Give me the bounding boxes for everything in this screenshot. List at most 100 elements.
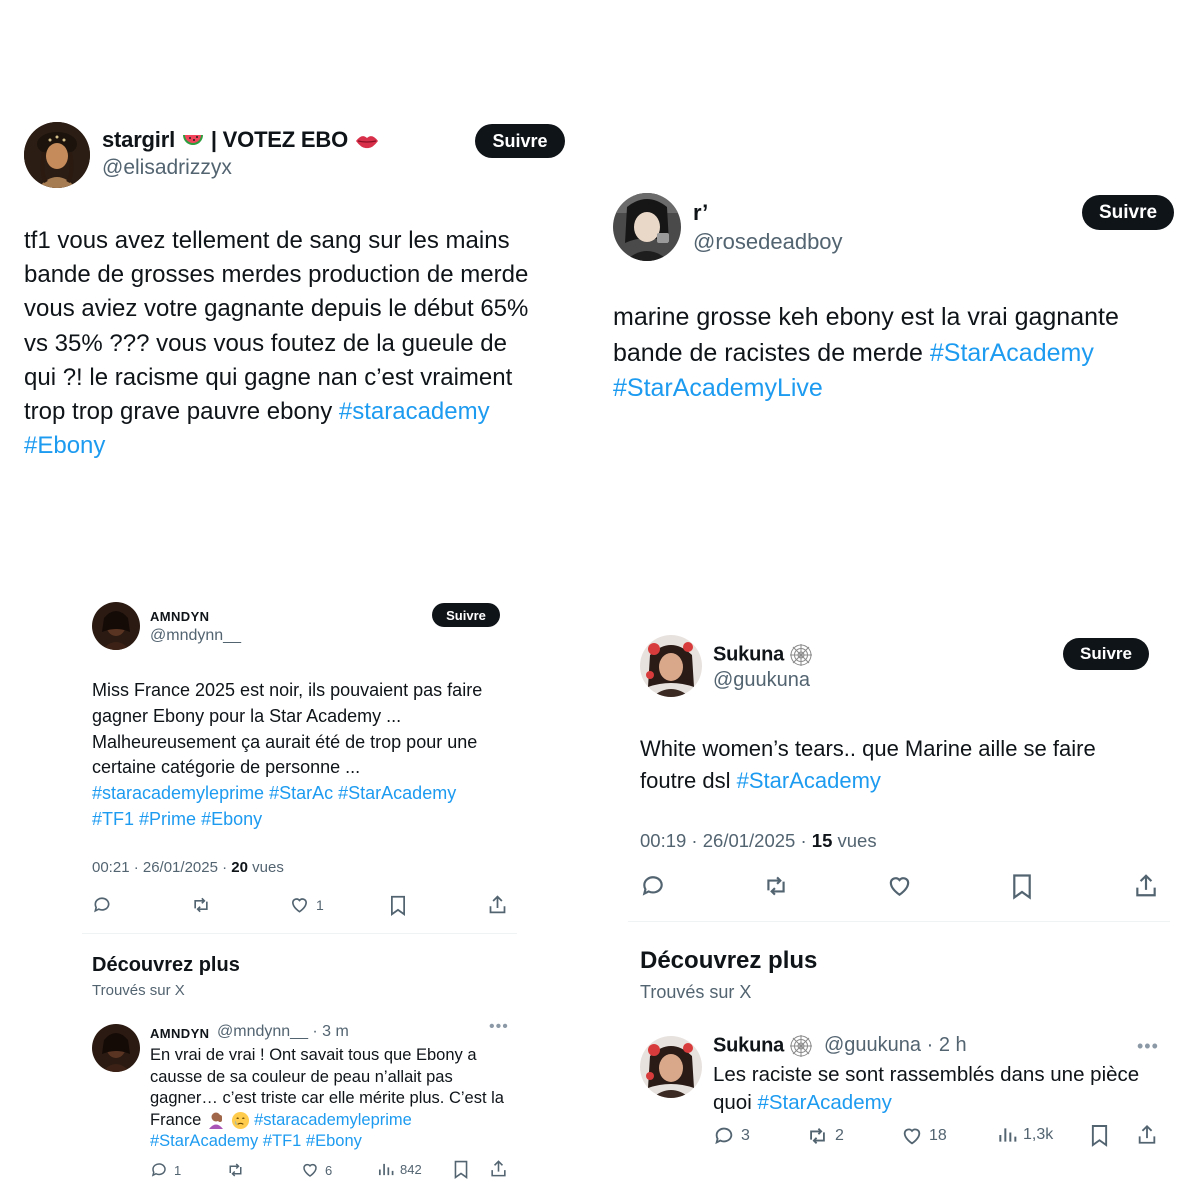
bookmark-button[interactable] xyxy=(1011,873,1033,900)
text-line: Les raciste se sont rassemblés dans une … xyxy=(713,1063,1140,1086)
like-button[interactable]: 1 xyxy=(289,895,324,915)
text-line: causse de sa couleur de peau n’allait pa… xyxy=(150,1067,453,1086)
hashtag-link[interactable]: #Ebony xyxy=(24,432,105,459)
display-name[interactable]: AMNDYN xyxy=(150,609,209,624)
hashtag-link[interactable]: #TF1 xyxy=(92,809,134,829)
reply-repost-button[interactable] xyxy=(226,1161,245,1179)
share-button[interactable] xyxy=(1133,872,1159,899)
display-name-suffix: | VOTEZ EBO xyxy=(204,127,354,152)
hashtag-link[interactable]: #StarAcademy xyxy=(757,1091,891,1114)
avatar[interactable] xyxy=(24,122,90,188)
reply-icon xyxy=(151,1163,166,1177)
hashtag-link[interactable]: #StarAcademyLive xyxy=(613,374,823,402)
like-button[interactable] xyxy=(886,873,913,899)
reply-avatar[interactable] xyxy=(92,1024,140,1072)
reply-count: 1 xyxy=(174,1162,182,1178)
hashtag-link[interactable]: #StarAcademy xyxy=(737,768,881,793)
hashtag-link[interactable]: #StarAcademy xyxy=(150,1132,258,1150)
share-button[interactable] xyxy=(487,894,508,915)
text-segment: foutre dsl xyxy=(640,767,737,793)
text-line: foutre dsl #StarAcademy xyxy=(640,765,1180,797)
text-line: marine grosse keh ebony est la vrai gagn… xyxy=(613,303,1119,331)
more-options-icon[interactable]: ••• xyxy=(489,1018,509,1036)
repost-count: 2 xyxy=(835,1127,844,1144)
reply-button[interactable] xyxy=(92,895,112,915)
hashtag-link[interactable]: #staracademy xyxy=(339,398,490,425)
display-name[interactable]: Sukuna xyxy=(713,643,813,667)
text-line: Miss France 2025 est noir, ils pouvaient… xyxy=(92,680,483,700)
follow-button[interactable]: Suivre xyxy=(475,124,565,158)
share-icon xyxy=(491,1160,506,1177)
reply-reply-button[interactable]: 3 xyxy=(713,1125,750,1147)
text-line: certaine catégorie de personne ... xyxy=(92,757,361,778)
discover-subtitle: Trouvés sur X xyxy=(640,982,752,1002)
text-segment: quoi xyxy=(713,1090,758,1114)
heart-icon xyxy=(303,1163,317,1177)
bookmark-icon xyxy=(391,895,405,916)
text-line: #staracademyleprime #StarAc #StarAcademy xyxy=(92,781,522,807)
hashtag-link[interactable]: #StarAcademy xyxy=(930,339,1094,367)
reply-avatar[interactable] xyxy=(640,1036,702,1098)
tweet-text: marine grosse keh ebony est la vrai gagn… xyxy=(613,300,1193,407)
text-segment: trop trop grave pauvre ebony xyxy=(24,398,339,426)
text-line: gagner… c’est triste car elle mérite plu… xyxy=(150,1089,504,1108)
reply-like-button[interactable]: 18 xyxy=(901,1125,947,1147)
handle[interactable]: @rosedeadboy xyxy=(693,229,843,255)
views-count: 15 xyxy=(811,830,833,851)
reply-handle-time[interactable]: @guukuna · 2 h xyxy=(824,1034,967,1057)
text-segment: bande de racistes de merde xyxy=(613,338,930,367)
hashtag-link[interactable]: #Prime xyxy=(139,809,196,829)
reply-handle-time[interactable]: @mndynn__ · 3 m xyxy=(217,1023,349,1041)
hashtag-link[interactable]: #StarAc xyxy=(269,783,333,803)
follow-button[interactable]: Suivre xyxy=(432,603,500,627)
reply-like-button[interactable]: 6 xyxy=(301,1161,332,1179)
reply-icon xyxy=(94,897,110,913)
text-line: En vrai de vrai ! Ont savait tous que Eb… xyxy=(150,1046,477,1064)
hashtag-link[interactable]: #Ebony xyxy=(306,1132,362,1150)
repost-button[interactable] xyxy=(190,895,212,915)
reply-views-button[interactable]: 1,3k xyxy=(997,1125,1053,1145)
reply-views-button[interactable]: 842 xyxy=(377,1161,422,1178)
repost-icon xyxy=(194,897,208,913)
reply-text: Les raciste se sont rassemblés dans une … xyxy=(713,1061,1183,1116)
watermelon-icon xyxy=(182,135,203,146)
reply-button[interactable] xyxy=(640,873,666,899)
timestamp[interactable]: 00:19 · 26/01/2025 · xyxy=(640,830,812,851)
reply-repost-button[interactable]: 2 xyxy=(806,1125,844,1147)
text-line: bande de racistes de merde #StarAcademy xyxy=(613,336,1193,372)
hashtag-link[interactable]: #StarAcademy xyxy=(338,783,456,803)
avatar[interactable] xyxy=(92,602,140,650)
bookmark-icon xyxy=(1091,1125,1108,1147)
spider-web-icon xyxy=(790,1035,813,1057)
more-options-icon[interactable]: ••• xyxy=(1137,1036,1159,1057)
display-name[interactable]: r’ xyxy=(693,200,708,226)
reply-bookmark-button[interactable] xyxy=(1090,1124,1109,1147)
avatar[interactable] xyxy=(613,193,681,261)
handle[interactable]: @mndynn__ xyxy=(150,627,241,645)
divider xyxy=(82,933,517,934)
reply-reply-button[interactable]: 1 xyxy=(150,1161,181,1179)
hashtag-link[interactable]: #staracademyleprime xyxy=(254,1111,412,1129)
crying-face-icon xyxy=(231,1111,249,1129)
timestamp[interactable]: 00:21 · 26/01/2025 · xyxy=(92,859,231,876)
hashtag-link[interactable]: #Ebony xyxy=(201,809,262,829)
hashtag-link[interactable]: #staracademyleprime xyxy=(92,783,264,803)
views-count: 20 xyxy=(231,859,248,876)
handle[interactable]: @elisadrizzyx xyxy=(102,156,232,180)
follow-button[interactable]: Suivre xyxy=(1063,638,1149,670)
text-line: quoi #StarAcademy xyxy=(713,1089,1183,1117)
display-name[interactable]: stargirl | VOTEZ EBO xyxy=(102,127,380,153)
reply-share-button[interactable] xyxy=(1136,1123,1158,1146)
follow-button[interactable]: Suivre xyxy=(1082,195,1174,230)
discover-title: Découvrez plus xyxy=(92,954,240,976)
reply-display-name[interactable]: Sukuna xyxy=(713,1034,813,1058)
hashtag-link[interactable]: #TF1 xyxy=(263,1132,302,1150)
reply-bookmark-button[interactable] xyxy=(453,1160,469,1179)
avatar[interactable] xyxy=(640,635,702,697)
bookmark-button[interactable] xyxy=(389,895,407,916)
reply-display-name[interactable]: AMNDYN xyxy=(150,1026,209,1041)
handle[interactable]: @guukuna xyxy=(713,669,810,692)
reply-share-button[interactable] xyxy=(489,1159,508,1178)
repost-icon xyxy=(810,1128,825,1144)
repost-button[interactable] xyxy=(762,873,790,899)
